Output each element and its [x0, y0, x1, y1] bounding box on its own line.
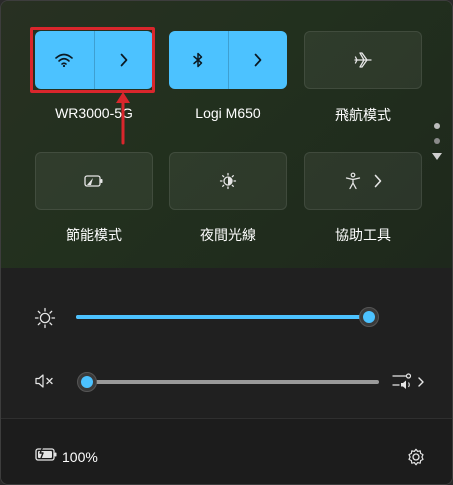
brightness-slider-track[interactable]: [76, 315, 370, 319]
quick-settings-panel: WR3000-5G Logi M650 飛航模式 節能模式 夜間光線 協助工具 …: [0, 0, 453, 485]
battery-charging-icon[interactable]: [35, 446, 59, 462]
volume-muted-icon: [35, 374, 53, 388]
bluetooth-toggle[interactable]: [169, 31, 229, 89]
night-light-tile-label: 夜間光線: [200, 227, 256, 243]
gear-icon[interactable]: [406, 447, 426, 467]
bluetooth-icon: [193, 52, 203, 68]
brightness-slider-fill: [76, 315, 370, 319]
airplane-icon: [354, 52, 372, 68]
volume-slider-track[interactable]: [87, 380, 379, 384]
bluetooth-tile[interactable]: [169, 31, 287, 89]
wifi-tile-label: WR3000-5G: [55, 105, 133, 121]
page-indicator[interactable]: [432, 123, 442, 160]
sliders-area: [1, 268, 452, 418]
airplane-mode-tile[interactable]: [304, 31, 422, 89]
next-page-icon[interactable]: [432, 153, 442, 160]
annotation-arrow-icon: [116, 92, 130, 145]
chevron-right-icon: [374, 174, 382, 188]
brightness-icon: [34, 307, 56, 329]
accessibility-tile[interactable]: [304, 152, 422, 210]
chevron-right-icon: [254, 53, 262, 67]
page-dot-1[interactable]: [434, 123, 440, 129]
night-light-tile[interactable]: [169, 152, 287, 210]
battery-saver-icon: [84, 175, 103, 187]
brightness-slider-thumb[interactable]: [359, 307, 379, 327]
battery-saver-tile-label: 節能模式: [66, 227, 122, 243]
audio-output-icon[interactable]: [392, 372, 426, 390]
volume-slider-thumb[interactable]: [77, 372, 97, 392]
bluetooth-expand-button[interactable]: [229, 31, 288, 89]
page-dot-2[interactable]: [434, 138, 440, 144]
battery-percentage[interactable]: 100%: [62, 449, 98, 465]
battery-saver-tile[interactable]: [35, 152, 153, 210]
night-light-icon: [219, 172, 237, 190]
accessibility-icon: [345, 172, 361, 190]
bluetooth-tile-label: Logi M650: [195, 105, 261, 121]
quick-settings-tiles-area: WR3000-5G Logi M650 飛航模式 節能模式 夜間光線 協助工具: [1, 1, 452, 268]
annotation-highlight-box: [30, 27, 155, 93]
airplane-mode-tile-label: 飛航模式: [335, 107, 391, 123]
accessibility-tile-label: 協助工具: [335, 227, 391, 243]
